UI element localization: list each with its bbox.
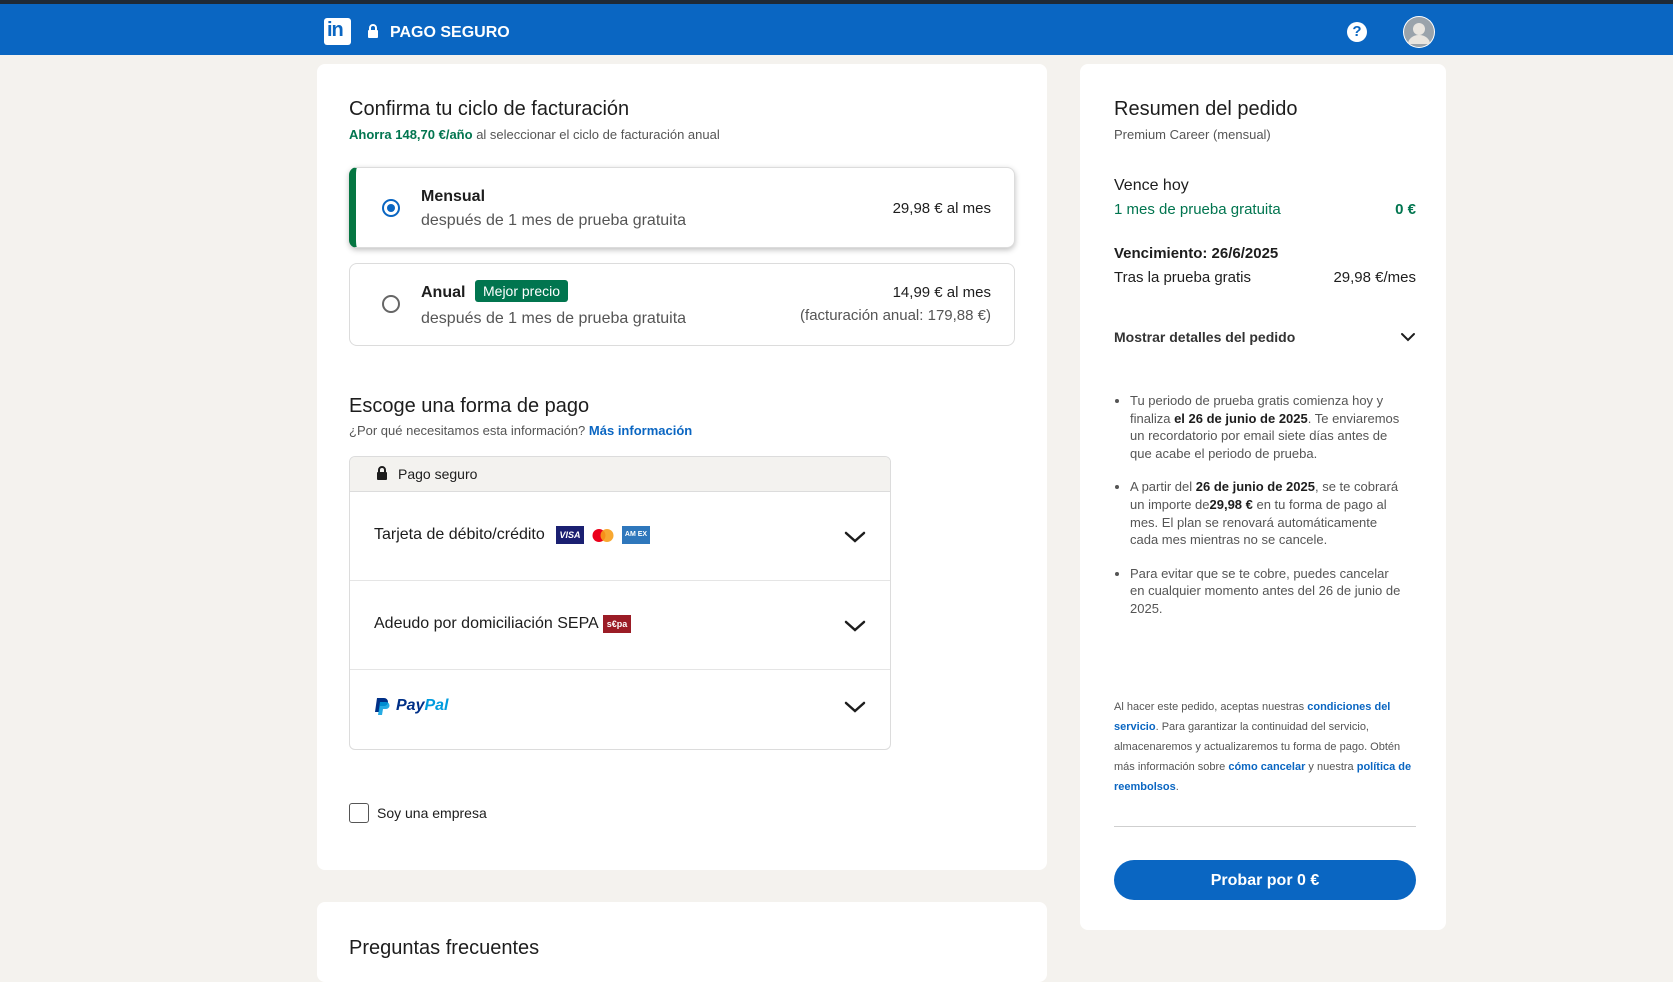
- note-bold: 29,98 €: [1209, 496, 1253, 512]
- payment-title: Escoge una forma de pago: [349, 395, 590, 417]
- summary-title: Resumen del pedido: [1114, 98, 1298, 120]
- visa-icon: VISA: [556, 526, 584, 544]
- avatar-silhouette-icon: [1404, 17, 1434, 47]
- after-trial-price: 29,98 €/mes: [1333, 269, 1416, 286]
- due-date-label: Vencimiento: 26/6/2025: [1114, 245, 1279, 262]
- monthly-title: Mensual: [421, 188, 486, 205]
- after-trial-line: Tras la prueba gratis 29,98 €/mes: [1114, 269, 1416, 286]
- lock-icon: [377, 466, 387, 480]
- annual-subtitle: después de 1 mes de prueba gratuita: [421, 310, 687, 327]
- payment-question: ¿Por qué necesitamos esta información? M…: [349, 423, 692, 438]
- due-today-label: Vence hoy: [1114, 177, 1189, 194]
- note-item: Tu periodo de prueba gratis comienza hoy…: [1130, 392, 1402, 462]
- best-price-badge: Mejor precio: [475, 280, 569, 302]
- note-text: Para evitar que se te cobre, puedes canc…: [1130, 565, 1401, 616]
- company-checkbox[interactable]: [349, 803, 369, 823]
- annual-price-note: (facturación anual: 179,88 €): [800, 307, 991, 324]
- payment-methods-box: Pago seguro Tarjeta de débito/crédito VI…: [349, 456, 891, 750]
- paypal-icon: [375, 698, 390, 715]
- cancel-link[interactable]: cómo cancelar: [1228, 761, 1305, 773]
- lock-icon: [368, 24, 378, 38]
- billing-option-annual[interactable]: Anual Mejor precio después de 1 mes de p…: [349, 263, 1015, 346]
- note-bold: el 26 de junio de 2025: [1174, 410, 1308, 426]
- header-bar: in PAGO SEGURO ?: [0, 4, 1673, 55]
- secure-payment-header: Pago seguro: [350, 457, 890, 492]
- paypal-pal-text: Pal: [424, 697, 449, 714]
- payment-method-card[interactable]: Tarjeta de débito/crédito VISA AM EX: [350, 491, 890, 581]
- help-icon[interactable]: ?: [1347, 22, 1367, 42]
- summary-notes: Tu periodo de prueba gratis comienza hoy…: [1114, 392, 1402, 634]
- sepa-method-label: Adeudo por domiciliación SEPA: [374, 615, 599, 632]
- details-toggle-label: Mostrar detalles del pedido: [1114, 329, 1296, 345]
- payment-method-paypal[interactable]: PayPal: [350, 669, 890, 749]
- monthly-radio[interactable]: [382, 199, 400, 217]
- chevron-down-icon[interactable]: [844, 701, 866, 713]
- paypal-pay-text: Pay: [396, 697, 425, 714]
- avatar[interactable]: [1403, 16, 1435, 48]
- mastercard-icon: [592, 529, 614, 542]
- legal-part: y nuestra: [1305, 761, 1357, 773]
- card-method-label: Tarjeta de débito/crédito: [374, 526, 545, 543]
- payment-method-sepa[interactable]: Adeudo por domiciliación SEPA s€pa: [350, 580, 890, 670]
- annual-radio[interactable]: [382, 295, 400, 313]
- trial-line: 1 mes de prueba gratuita 0 €: [1114, 201, 1416, 218]
- payment-question-text: ¿Por qué necesitamos esta información?: [349, 423, 586, 438]
- note-bold: 26 de junio de 2025: [1195, 479, 1315, 495]
- billing-option-monthly[interactable]: Mensual después de 1 mes de prueba gratu…: [349, 167, 1015, 248]
- trial-price: 0 €: [1395, 201, 1416, 218]
- after-trial-label: Tras la prueba gratis: [1114, 269, 1252, 286]
- annual-price: 14,99 € al mes: [892, 284, 991, 301]
- summary-divider: [1114, 826, 1416, 827]
- savings-rest: al seleccionar el ciclo de facturación a…: [476, 127, 720, 142]
- chevron-down-icon[interactable]: [1400, 332, 1416, 342]
- savings-highlight: Ahorra 148,70 €/año: [349, 127, 473, 142]
- trial-label: 1 mes de prueba gratuita: [1114, 201, 1281, 218]
- secure-payment-label: Pago seguro: [398, 466, 478, 482]
- summary-plan: Premium Career (mensual): [1114, 127, 1271, 142]
- note-item: A partir del 26 de junio de 2025, se te …: [1130, 478, 1402, 548]
- note-item: Para evitar que se te cobre, puedes canc…: [1130, 565, 1402, 618]
- sepa-icon: s€pa: [603, 615, 631, 633]
- monthly-price: 29,98 € al mes: [892, 200, 991, 217]
- chevron-down-icon[interactable]: [844, 620, 866, 632]
- more-info-link[interactable]: Más información: [589, 423, 692, 438]
- monthly-subtitle: después de 1 mes de prueba gratuita: [421, 212, 687, 229]
- logo-text: in: [327, 19, 344, 41]
- page-title: PAGO SEGURO: [390, 24, 510, 41]
- try-free-button[interactable]: Probar por 0 €: [1114, 860, 1416, 900]
- note-text: A partir del: [1130, 479, 1196, 495]
- legal-text: Al hacer este pedido, aceptas nuestras c…: [1114, 697, 1416, 797]
- chevron-down-icon[interactable]: [844, 531, 866, 543]
- paypal-wordmark: PayPal: [396, 697, 448, 715]
- amex-icon: AM EX: [622, 526, 650, 544]
- legal-part: .: [1175, 781, 1179, 793]
- company-checkbox-label: Soy una empresa: [377, 805, 487, 821]
- legal-part: Al hacer este pedido, aceptas nuestras: [1114, 701, 1308, 713]
- details-toggle[interactable]: Mostrar detalles del pedido: [1114, 329, 1416, 345]
- annual-title: Anual: [421, 284, 466, 301]
- billing-savings: Ahorra 148,70 €/año al seleccionar el ci…: [349, 127, 720, 142]
- linkedin-logo[interactable]: in: [324, 18, 351, 45]
- billing-title: Confirma tu ciclo de facturación: [349, 98, 630, 120]
